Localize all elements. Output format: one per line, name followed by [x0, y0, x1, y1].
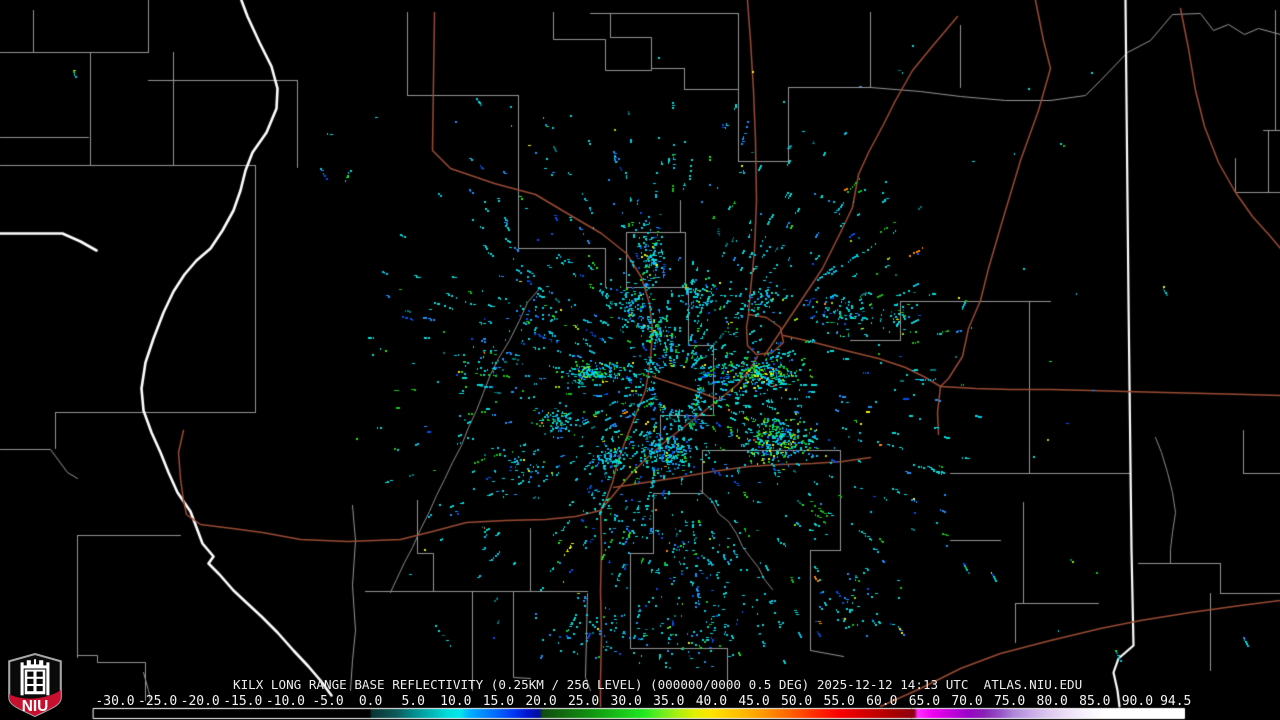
colorbar-tick: 20.0 — [525, 694, 556, 709]
colorbar-tick: -5.0 — [312, 694, 343, 709]
niu-logo: NIU — [6, 652, 64, 718]
colorbar-tick: 60.0 — [866, 694, 897, 709]
colorbar-tick: -15.0 — [223, 694, 262, 709]
colorbar-tick: 90.0 — [1122, 694, 1153, 709]
colorbar-tick: 45.0 — [738, 694, 769, 709]
colorbar-tick: -25.0 — [138, 694, 177, 709]
colorbar-tick: 85.0 — [1079, 694, 1110, 709]
colorbar-tick: 5.0 — [401, 694, 424, 709]
product-caption: KILX LONG RANGE BASE REFLECTIVITY (0.25K… — [233, 678, 1082, 691]
colorbar-tick: 25.0 — [568, 694, 599, 709]
niu-logo-text: NIU — [22, 698, 49, 715]
colorbar-tick: 40.0 — [696, 694, 727, 709]
colorbar-tick: 75.0 — [994, 694, 1025, 709]
colorbar-tick: 10.0 — [440, 694, 471, 709]
colorbar-tick: 80.0 — [1037, 694, 1068, 709]
colorbar-tick: -10.0 — [266, 694, 305, 709]
colorbar-tick: 30.0 — [611, 694, 642, 709]
colorbar-tick: 55.0 — [824, 694, 855, 709]
colorbar-tick: 0.0 — [359, 694, 382, 709]
colorbar-tick: 65.0 — [909, 694, 940, 709]
colorbar-tick: 70.0 — [951, 694, 982, 709]
colorbar-tick: 35.0 — [653, 694, 684, 709]
colorbar-tick: 94.5 — [1160, 694, 1191, 709]
colorbar-tick: 15.0 — [483, 694, 514, 709]
colorbar-tick: -20.0 — [181, 694, 220, 709]
colorbar-tick: -30.0 — [95, 694, 134, 709]
colorbar-tick: 50.0 — [781, 694, 812, 709]
radar-map-canvas — [0, 0, 1280, 720]
radar-display: KILX LONG RANGE BASE REFLECTIVITY (0.25K… — [0, 0, 1280, 720]
